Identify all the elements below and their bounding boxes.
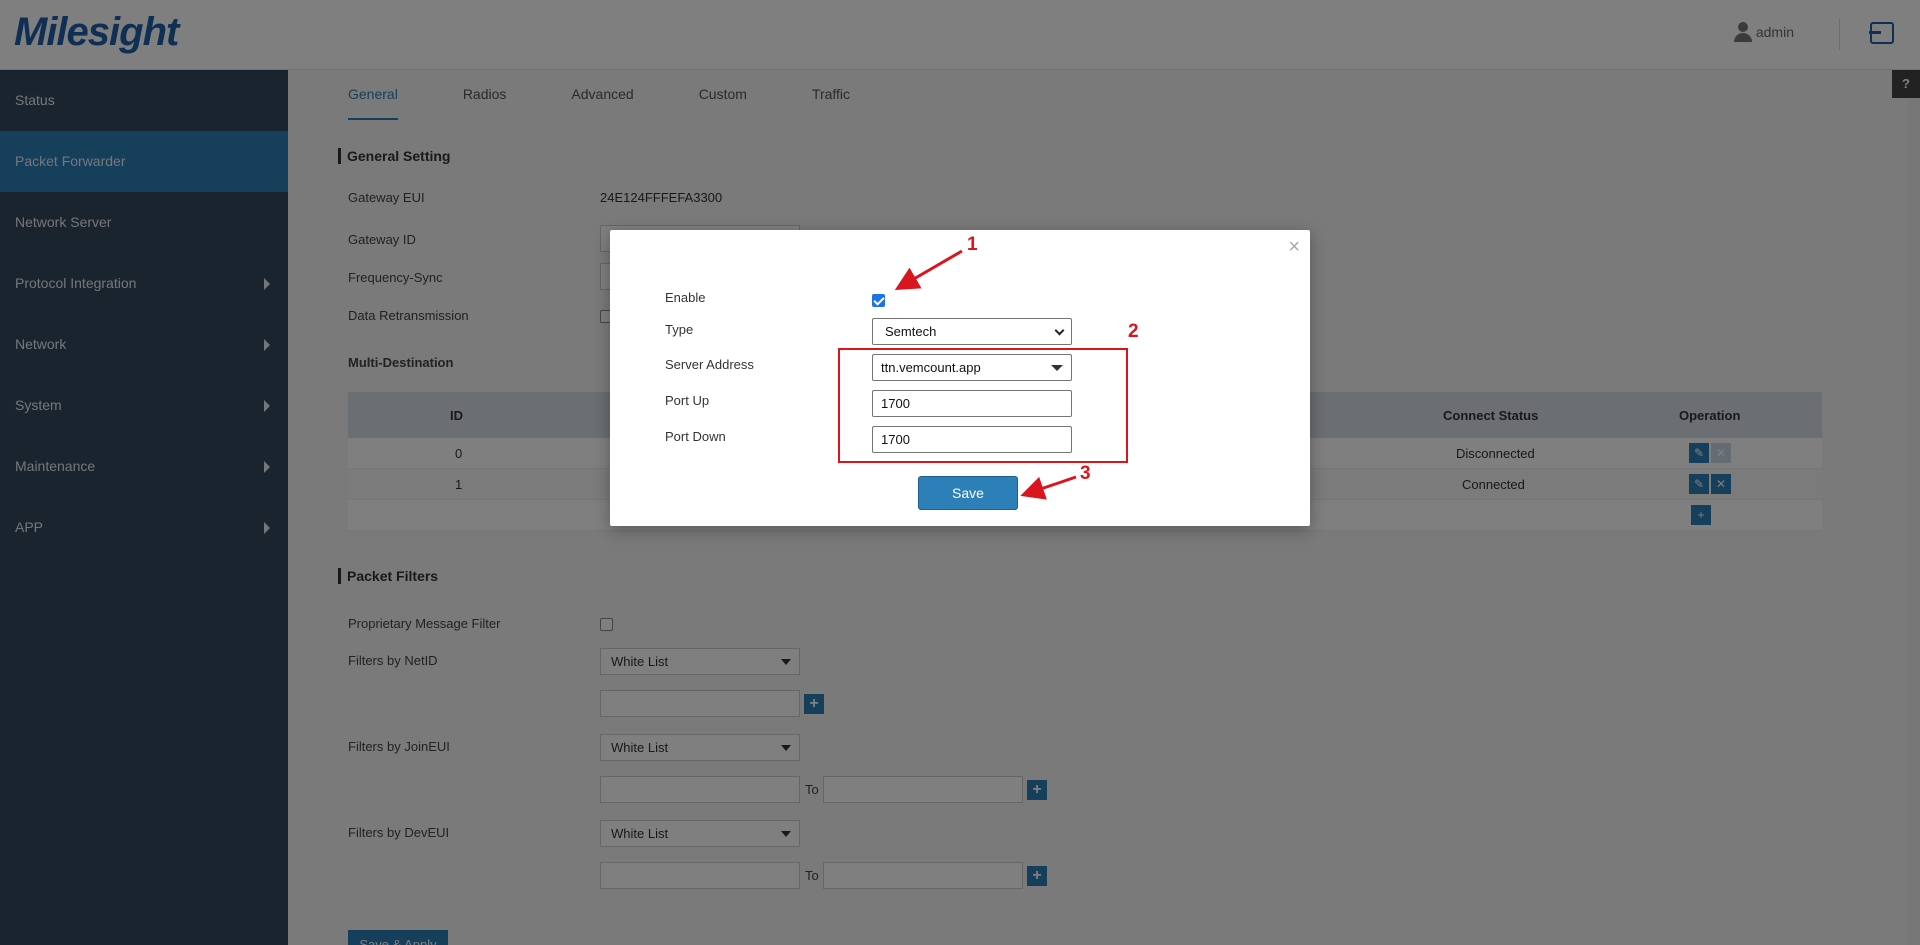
save-button[interactable]: Save — [918, 476, 1018, 510]
enable-label: Enable — [665, 290, 706, 305]
close-icon[interactable]: × — [1288, 236, 1300, 259]
annotation-highlight-box — [838, 348, 1128, 463]
annotation-label-3: 3 — [1080, 463, 1091, 484]
type-label: Type — [665, 322, 694, 337]
server-address-label: Server Address — [665, 357, 754, 372]
annotation-label-1: 1 — [967, 234, 978, 255]
port-up-label: Port Up — [665, 393, 710, 408]
annotation-label-2: 2 — [1128, 321, 1139, 342]
chevron-down-icon — [1054, 325, 1065, 336]
port-down-label: Port Down — [665, 429, 726, 444]
type-select[interactable]: Semtech — [872, 318, 1072, 345]
enable-checkbox[interactable] — [872, 294, 885, 307]
